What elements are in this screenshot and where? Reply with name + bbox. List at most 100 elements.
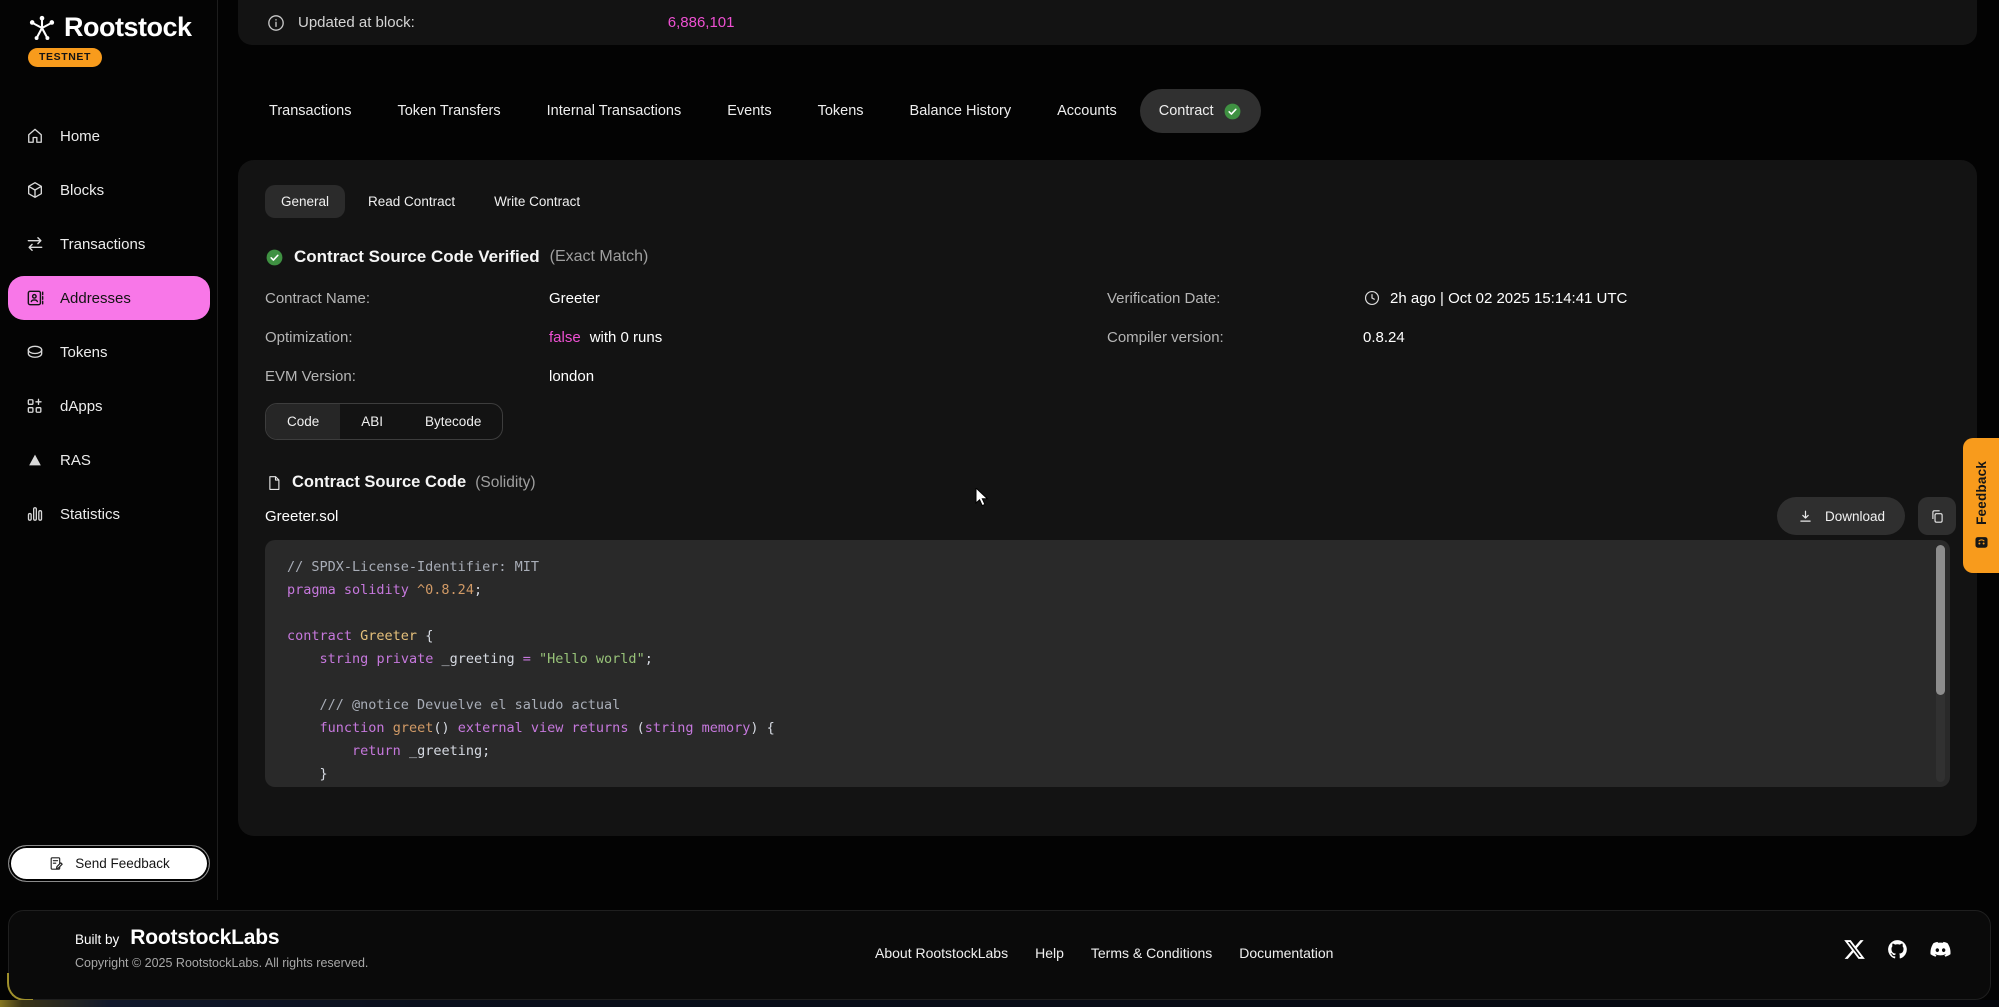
tab-internal-transactions[interactable]: Internal Transactions: [524, 89, 705, 133]
footer-links: About RootstockLabs Help Terms & Condition…: [875, 945, 1333, 961]
field-value-text: 2h ago | Oct 02 2025 15:14:41 UTC: [1390, 290, 1627, 307]
discord-icon[interactable]: [1929, 938, 1952, 961]
subtab-read-contract[interactable]: Read Contract: [352, 185, 471, 218]
blocks-icon: [25, 180, 45, 200]
sidebar-item-label: Statistics: [60, 506, 120, 523]
contract-card: GeneralRead ContractWrite Contract Contr…: [238, 160, 1977, 836]
brand: Rootstock TESTNET: [27, 12, 192, 67]
source-actions: Download: [1777, 497, 1956, 535]
download-button[interactable]: Download: [1777, 497, 1905, 535]
footer-link-help[interactable]: Help: [1035, 945, 1064, 961]
sidebar-item-label: Addresses: [60, 290, 131, 307]
field-label-verification-date: Verification Date:: [1107, 290, 1363, 307]
footer-link-terms-conditions[interactable]: Terms & Conditions: [1091, 945, 1212, 961]
source-title-row: Contract Source Code (Solidity): [265, 473, 1950, 492]
transactions-icon: [25, 234, 45, 254]
sidebar-item-home[interactable]: Home: [8, 114, 210, 158]
tab-label: Transactions: [269, 103, 351, 119]
copy-icon: [1929, 508, 1946, 525]
edit-note-icon: [48, 855, 65, 872]
subtab-write-contract[interactable]: Write Contract: [478, 185, 596, 218]
source-lang: (Solidity): [475, 474, 535, 492]
home-icon: [25, 126, 45, 146]
source-title: Contract Source Code: [292, 473, 466, 492]
code-line: pragma solidity ^0.8.24;: [287, 579, 1920, 602]
sidebar-item-tokens[interactable]: Tokens: [8, 330, 210, 374]
x-icon[interactable]: [1843, 938, 1866, 961]
footer-link-documentation[interactable]: Documentation: [1239, 945, 1333, 961]
dapps-icon: [25, 396, 45, 416]
brand-name: Rootstock: [64, 12, 192, 43]
tab-tokens[interactable]: Tokens: [795, 89, 887, 133]
code-line: string private _greeting = "Hello world"…: [287, 648, 1920, 671]
code-line: contract Greeter {: [287, 625, 1920, 648]
sidebar-item-ras[interactable]: RAS: [8, 438, 210, 482]
tab-events[interactable]: Events: [704, 89, 794, 133]
sidebar-item-label: Transactions: [60, 236, 145, 253]
tab-accounts[interactable]: Accounts: [1034, 89, 1140, 133]
code-tabs: CodeABIBytecode: [265, 403, 503, 440]
sidebar-item-statistics[interactable]: Statistics: [8, 492, 210, 536]
testnet-badge: TESTNET: [28, 48, 102, 67]
statistics-icon: [25, 504, 45, 524]
ras-icon: [25, 450, 45, 470]
tab-label: Tokens: [818, 103, 864, 119]
code-tab-code[interactable]: Code: [266, 404, 340, 439]
field-label-compiler-version: Compiler version:: [1107, 329, 1363, 346]
source-file-name: Greeter.sol: [265, 508, 1950, 525]
source-code-block: // SPDX-License-Identifier: MITpragma so…: [265, 540, 1950, 787]
code-line: /// @notice Devuelve el saludo actual: [287, 694, 1920, 717]
feedback-smile-icon: [1973, 533, 1990, 550]
code-tab-abi[interactable]: ABI: [340, 404, 404, 439]
source-code: // SPDX-License-Identifier: MITpragma so…: [287, 556, 1920, 786]
rootstocklabs-wordmark[interactable]: RootstockLabs: [130, 926, 279, 950]
sidebar-item-blocks[interactable]: Blocks: [8, 168, 210, 212]
footer-link-about-rootstocklabs[interactable]: About RootstockLabs: [875, 945, 1008, 961]
field-value-text: Greeter: [549, 290, 600, 307]
info-icon[interactable]: [266, 13, 286, 33]
tab-contract[interactable]: Contract: [1140, 89, 1261, 133]
field-value-text: london: [549, 368, 594, 385]
sidebar: Rootstock TESTNET Home Blocks Transactions…: [0, 0, 218, 900]
code-tab-bytecode[interactable]: Bytecode: [404, 404, 502, 439]
tab-label: Token Transfers: [397, 103, 500, 119]
sidebar-item-transactions[interactable]: Transactions: [8, 222, 210, 266]
updated-block-label: Updated at block:: [298, 14, 415, 31]
clock-icon: [1363, 289, 1381, 307]
field-value-evm-version: london: [549, 368, 1107, 385]
verified-check-icon: [265, 248, 284, 267]
send-feedback-label: Send Feedback: [75, 856, 170, 871]
footer-accent-arc: [7, 973, 33, 1001]
sidebar-item-dapps[interactable]: dApps: [8, 384, 210, 428]
copy-code-button[interactable]: [1918, 497, 1956, 535]
tab-balance-history[interactable]: Balance History: [887, 89, 1035, 133]
field-value-text: 0.8.24: [1363, 329, 1405, 346]
footer-social: [1843, 938, 1952, 961]
code-scrollbar-thumb[interactable]: [1936, 545, 1945, 695]
sidebar-item-label: Tokens: [60, 344, 108, 361]
sidebar-item-label: dApps: [60, 398, 103, 415]
sidebar-item-label: Blocks: [60, 182, 104, 199]
field-value-optimization: false with 0 runs: [549, 329, 1107, 346]
verified-title: Contract Source Code Verified: [294, 247, 540, 267]
contract-fields: Contract Name:Greeter Verification Date: 2…: [265, 289, 1950, 385]
feedback-side-tab[interactable]: Feedback: [1963, 438, 1999, 573]
field-label-contract-name: Contract Name:: [265, 290, 549, 307]
github-icon[interactable]: [1886, 938, 1909, 961]
code-line: [287, 671, 1920, 694]
tab-token-transfers[interactable]: Token Transfers: [374, 89, 523, 133]
sidebar-item-addresses[interactable]: Addresses: [8, 276, 210, 320]
bottom-gradient-strip: [0, 1000, 1999, 1007]
page-footer: Built by RootstockLabs Copyright © 2025 …: [8, 910, 1991, 1000]
contract-subtabs: GeneralRead ContractWrite Contract: [265, 185, 1950, 218]
tab-transactions[interactable]: Transactions: [246, 89, 374, 133]
send-feedback-button[interactable]: Send Feedback: [8, 845, 210, 882]
tab-label: Balance History: [910, 103, 1012, 119]
page-tabs: Transactions Token Transfers Internal Tran…: [246, 88, 1261, 134]
download-label: Download: [1825, 509, 1885, 524]
field-value-contract-name: Greeter: [549, 290, 1107, 307]
subtab-general[interactable]: General: [265, 185, 345, 218]
rootstock-logo-icon: [27, 13, 57, 43]
updated-block-value[interactable]: 6,886,101: [668, 14, 735, 31]
field-value-verification-date: 2h ago | Oct 02 2025 15:14:41 UTC: [1363, 289, 1950, 307]
